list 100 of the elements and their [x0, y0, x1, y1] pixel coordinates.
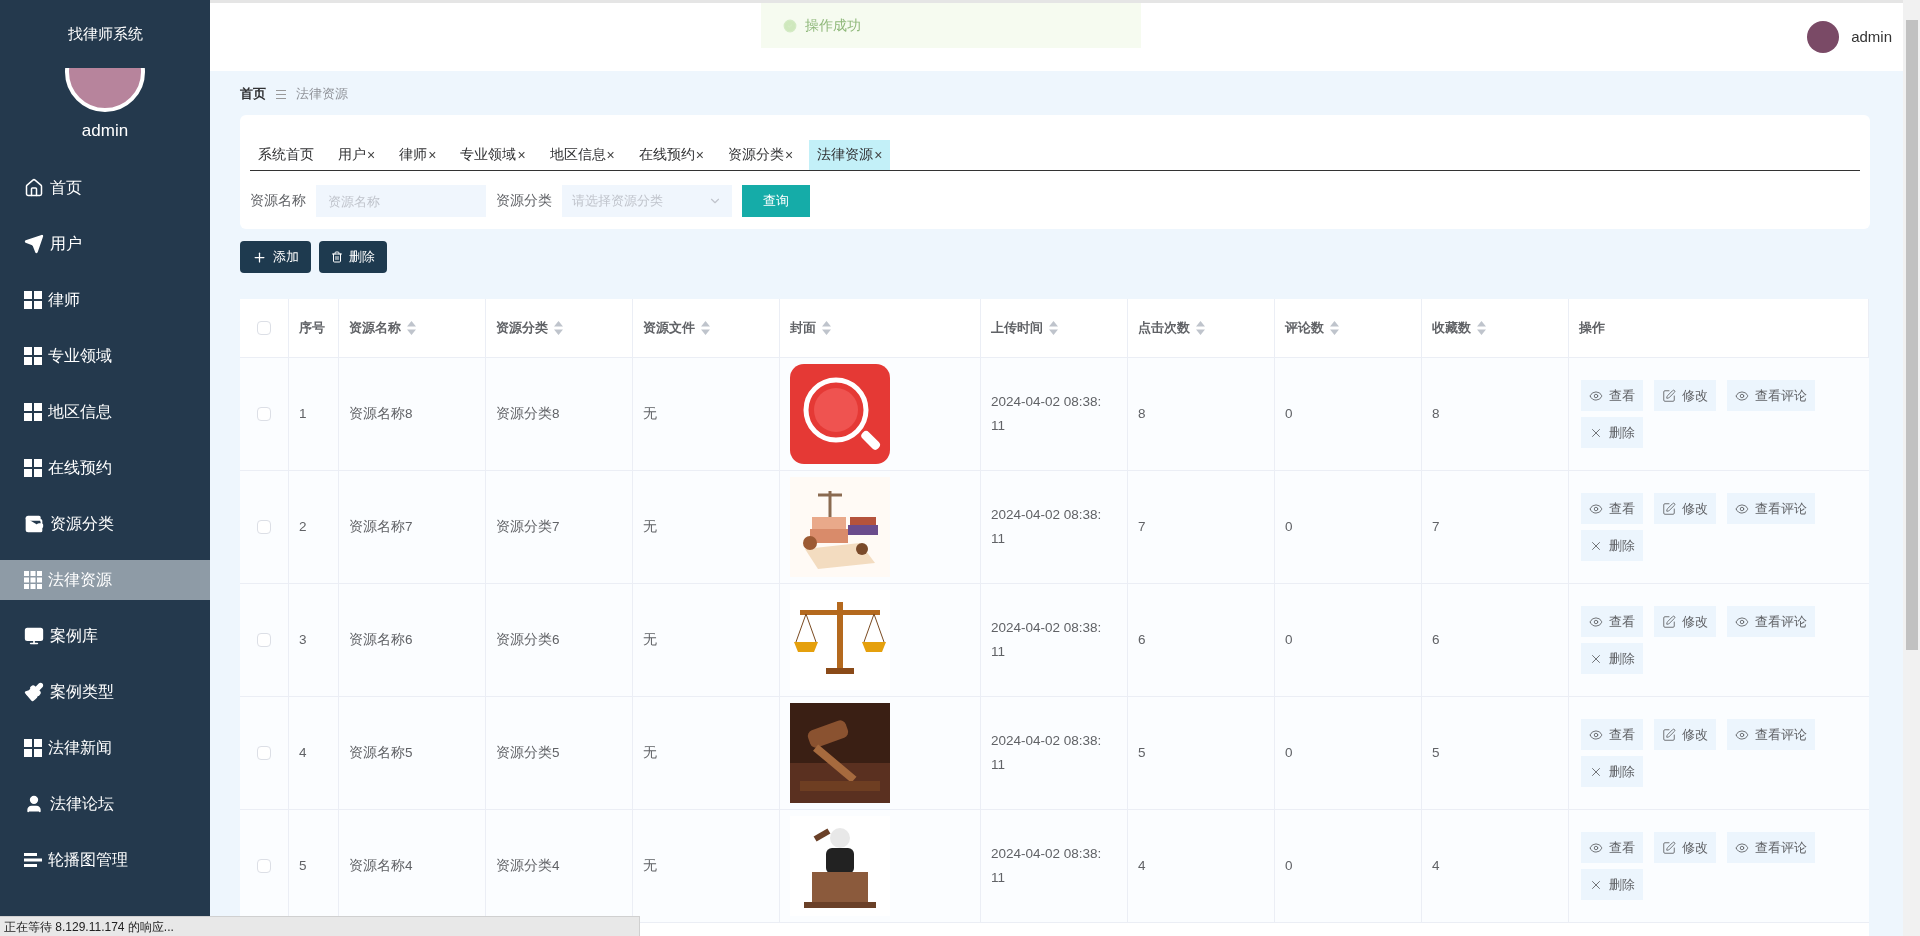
- checkbox[interactable]: [257, 520, 271, 534]
- tab-close[interactable]: ×: [874, 144, 883, 166]
- eye-icon: [1589, 614, 1603, 629]
- plus-icon: [252, 249, 267, 265]
- checkbox[interactable]: [257, 859, 271, 873]
- column-header: 资源名称: [349, 319, 401, 338]
- tab[interactable]: 用户×: [330, 140, 384, 170]
- table-cell-text: 8: [1138, 404, 1146, 423]
- tab-close[interactable]: ×: [695, 144, 704, 166]
- tab[interactable]: 专业领域×: [452, 140, 534, 170]
- tab-close[interactable]: ×: [428, 144, 437, 166]
- tab[interactable]: 资源分类×: [719, 140, 802, 170]
- sort-icon[interactable]: [822, 321, 831, 335]
- tab[interactable]: 地区信息×: [541, 140, 623, 170]
- eye-icon: [1735, 388, 1749, 403]
- sort-icon[interactable]: [554, 321, 563, 335]
- sort-icon[interactable]: [1477, 321, 1486, 335]
- row-action-button[interactable]: 删除: [1581, 756, 1643, 787]
- column-header: 资源分类: [496, 319, 548, 338]
- row-action-button[interactable]: 查看: [1581, 380, 1643, 411]
- checkbox[interactable]: [257, 633, 271, 647]
- row-action-button[interactable]: 修改: [1654, 380, 1716, 411]
- table-cell-text: 2024-04-02 08:38:11: [991, 619, 1103, 661]
- table-cell-text: 资源名称6: [349, 630, 413, 649]
- row-action-button[interactable]: 修改: [1654, 832, 1716, 863]
- row-action-button[interactable]: 查看评论: [1727, 606, 1815, 637]
- menu-item[interactable]: 专业领域: [0, 336, 210, 376]
- table-cell-text: 2024-04-02 08:38:11: [991, 506, 1103, 548]
- table-cell-text: 资源分类7: [496, 517, 560, 536]
- tab[interactable]: 律师×: [391, 140, 445, 170]
- tab-close[interactable]: ×: [367, 144, 376, 166]
- menu-item[interactable]: 资源分类: [0, 504, 210, 544]
- table-cell-text: 5: [299, 856, 307, 875]
- toast-message: 操作成功: [805, 16, 861, 35]
- sort-icon[interactable]: [1196, 321, 1205, 335]
- grid-icon: [24, 291, 42, 309]
- menu-item[interactable]: 在线预约: [0, 448, 210, 488]
- eye-icon: [1589, 501, 1603, 516]
- row-action-button[interactable]: 修改: [1654, 719, 1716, 750]
- table-cell-text: 无: [643, 856, 657, 875]
- add-button[interactable]: 添加: [240, 241, 311, 273]
- tab-close[interactable]: ×: [606, 144, 615, 166]
- sort-icon[interactable]: [407, 321, 416, 335]
- avatar: [1807, 21, 1840, 53]
- row-action-button[interactable]: 删除: [1581, 417, 1643, 448]
- row-action-button[interactable]: 删除: [1581, 869, 1643, 900]
- table-cell-text: 资源名称7: [349, 517, 413, 536]
- sort-icon[interactable]: [1049, 321, 1058, 335]
- tab[interactable]: 在线预约×: [630, 140, 712, 170]
- sort-icon[interactable]: [1330, 321, 1339, 335]
- checkbox[interactable]: [257, 407, 271, 421]
- checkbox[interactable]: [257, 746, 271, 760]
- home-icon: [24, 178, 44, 198]
- table-cell-text: 资源名称4: [349, 856, 413, 875]
- row-action-button[interactable]: 查看评论: [1727, 380, 1815, 411]
- eye-icon: [1589, 388, 1603, 403]
- row-action-button[interactable]: 查看: [1581, 719, 1643, 750]
- list-icon: [24, 852, 42, 868]
- row-action-button[interactable]: 修改: [1654, 606, 1716, 637]
- table-cell-text: 5: [1138, 743, 1146, 762]
- table-cell-text: 0: [1285, 517, 1293, 536]
- row-action-button[interactable]: 查看: [1581, 493, 1643, 524]
- menu-item[interactable]: 案例库: [0, 616, 210, 656]
- tab[interactable]: 系统首页: [250, 140, 322, 170]
- column-header: 封面: [790, 319, 816, 338]
- tab[interactable]: 法律资源×: [809, 140, 891, 170]
- row-action-button[interactable]: 删除: [1581, 530, 1643, 561]
- menu-item[interactable]: 首页: [0, 168, 210, 208]
- menu-item[interactable]: 法律新闻: [0, 728, 210, 768]
- menu-item[interactable]: 律师: [0, 280, 210, 320]
- row-action-button[interactable]: 查看: [1581, 832, 1643, 863]
- table-cell-text: 无: [643, 743, 657, 762]
- row-action-button[interactable]: 删除: [1581, 643, 1643, 674]
- menu-item[interactable]: 案例类型: [0, 672, 210, 712]
- row-action-button[interactable]: 查看评论: [1727, 719, 1815, 750]
- row-action-button[interactable]: 查看评论: [1727, 832, 1815, 863]
- delete-button[interactable]: 删除: [319, 241, 387, 273]
- row-action-button[interactable]: 修改: [1654, 493, 1716, 524]
- app-title: 找律师系统: [67, 23, 143, 44]
- monitor-icon: [24, 626, 44, 646]
- breadcrumb-link[interactable]: 首页: [240, 84, 266, 104]
- menu-item[interactable]: 地区信息: [0, 392, 210, 432]
- row-action-button[interactable]: 查看评论: [1727, 493, 1815, 524]
- tab-close[interactable]: ×: [784, 144, 794, 166]
- checkbox[interactable]: [257, 321, 271, 335]
- sort-icon[interactable]: [701, 321, 710, 335]
- grid-icon: [24, 571, 42, 589]
- menu-item[interactable]: 轮播图管理: [0, 840, 210, 880]
- table-cell-text: 资源分类5: [496, 743, 560, 762]
- eye-icon: [1735, 501, 1749, 516]
- column-header: 操作: [1579, 319, 1605, 338]
- tab-close[interactable]: ×: [517, 144, 526, 166]
- field-label: 资源分类: [496, 191, 553, 210]
- user-name: admin: [1851, 26, 1892, 47]
- menu-item[interactable]: 用户: [0, 224, 210, 264]
- table-cell-text: 6: [1432, 630, 1440, 649]
- row-action-button[interactable]: 查看: [1581, 606, 1643, 637]
- table-cell-text: 3: [299, 630, 307, 649]
- menu-item[interactable]: 法律论坛: [0, 784, 210, 824]
- table-cell-text: 7: [1138, 517, 1146, 536]
